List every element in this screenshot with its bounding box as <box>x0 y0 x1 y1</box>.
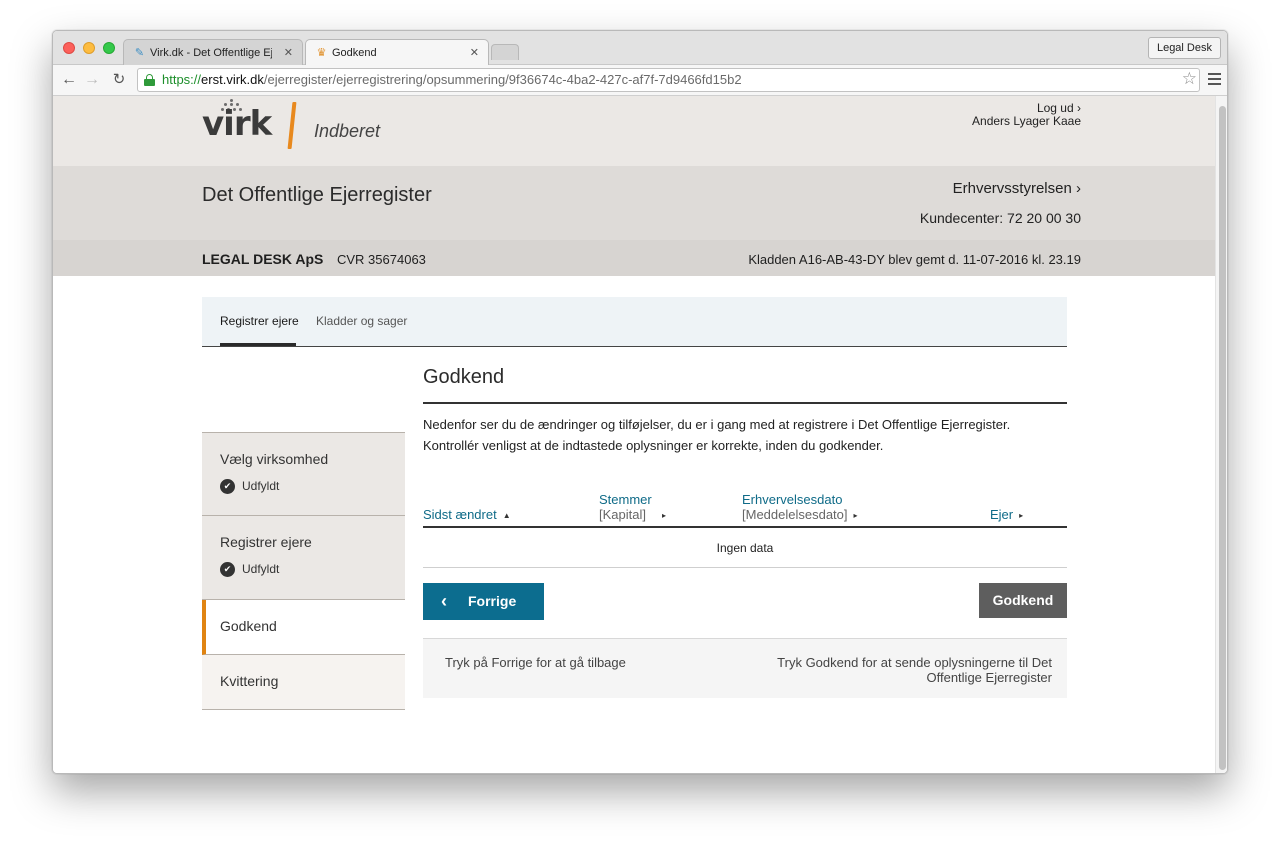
column-header-ejer[interactable]: Ejer ▸ <box>990 507 1023 523</box>
agency-link[interactable]: Erhvervsstyrelsen › <box>953 180 1081 197</box>
logo-wordmark: virk <box>202 104 272 144</box>
forward-arrow-icon[interactable]: → <box>83 71 101 89</box>
step-status: ✔ Udfyldt <box>220 479 280 495</box>
scrollbar-thumb[interactable] <box>1219 106 1226 770</box>
step-label: Registrer ejere <box>220 534 312 550</box>
step-registrer-ejere[interactable]: Registrer ejere ✔ Udfyldt <box>202 516 405 600</box>
column-label: Stemmer <box>599 492 652 507</box>
minimize-window-button[interactable] <box>83 42 95 54</box>
sort-triangle-icon: ▸ <box>661 511 666 520</box>
address-bar[interactable]: https://erst.virk.dk/ejerregister/ejerre… <box>137 68 1200 92</box>
url-path: /ejerregister/ejerregistrering/opsummeri… <box>263 72 742 87</box>
tab-kladder-og-sager[interactable]: Kladder og sager <box>316 313 407 329</box>
logo-subtitle: Indberet <box>314 121 381 141</box>
step-kvittering: Kvittering <box>202 655 405 710</box>
new-tab-button[interactable] <box>491 44 519 60</box>
column-header-erhvervelsesdato[interactable]: Erhvervelsesdato [Meddelelsesdato] ▸ <box>742 492 858 523</box>
tab-registrer-ejere[interactable]: Registrer ejere <box>220 313 299 329</box>
close-tab-icon[interactable]: ✕ <box>284 40 293 66</box>
help-text-previous: Tryk på Forrige for at gå tilbage <box>445 655 626 670</box>
profile-button[interactable]: Legal Desk <box>1147 37 1221 59</box>
vertical-scrollbar[interactable] <box>1215 96 1227 773</box>
register-title: Det Offentlige Ejerregister <box>202 184 432 206</box>
intro-text-line-1: Nedenfor ser du de ændringer og tilføjel… <box>423 417 1011 432</box>
browser-toolbar: ← → ↻ https://erst.virk.dk/ejerregister/… <box>53 65 1227 96</box>
draft-saved-status: Kladden A16-AB-43-DY blev gemt d. 11-07-… <box>748 252 1081 267</box>
previous-button[interactable]: ‹ Forrige <box>423 583 544 620</box>
close-window-button[interactable] <box>63 42 75 54</box>
step-label: Godkend <box>220 618 277 634</box>
help-box: Tryk på Forrige for at gå tilbage Tryk G… <box>423 638 1067 698</box>
close-tab-icon[interactable]: ✕ <box>470 40 479 67</box>
check-icon: ✔ <box>220 479 235 495</box>
wizard-steps: Vælg virksomhed ✔ Udfyldt Registrer ejere… <box>202 432 405 710</box>
step-label: Kvittering <box>220 673 279 689</box>
column-header-sidst-aendret[interactable]: Sidst ændret ▲ <box>423 507 511 523</box>
column-header-stemmer[interactable]: Stemmer [Kapital] ▸ <box>599 492 666 523</box>
step-vaelg-virksomhed[interactable]: Vælg virksomhed ✔ Udfyldt <box>202 432 405 516</box>
company-name: LEGAL DESK ApS <box>202 251 324 267</box>
approve-button[interactable]: Godkend <box>979 583 1067 618</box>
hamburger-menu-icon[interactable] <box>1208 73 1221 85</box>
sort-ascending-icon: ▲ <box>502 511 511 520</box>
page-viewport: virk Indberet Log ud › Anders Lyager Kaa… <box>53 96 1227 773</box>
column-sublabel: [Kapital] ▸ <box>599 507 666 523</box>
step-label: Vælg virksomhed <box>220 451 329 467</box>
help-text-approve: Tryk Godkend for at sende oplysningerne … <box>777 655 1052 685</box>
check-icon: ✔ <box>220 562 235 578</box>
back-arrow-icon[interactable]: ← <box>60 71 78 89</box>
tab-title: Virk.dk - Det Offentlige Ejerregister <box>150 47 272 59</box>
page-title: Godkend <box>423 366 505 388</box>
section-tabs: Registrer ejere Kladder og sager <box>202 297 1067 347</box>
sort-triangle-icon: ▸ <box>1019 511 1024 520</box>
column-label: Erhvervelsesdato <box>742 492 843 507</box>
company-cvr: CVR 35674063 <box>337 252 426 267</box>
step-status-text: Udfyldt <box>242 479 280 493</box>
virk-logo[interactable]: virk Indberet <box>202 98 402 154</box>
step-status-text: Udfyldt <box>242 562 280 576</box>
step-status: ✔ Udfyldt <box>220 562 280 578</box>
active-tab-indicator <box>220 343 296 346</box>
browser-tab-virk[interactable]: ✎ Virk.dk - Det Offentlige Ejerregister … <box>123 39 303 66</box>
previous-button-label: Forrige <box>468 593 517 609</box>
sort-triangle-icon: ▸ <box>853 511 858 520</box>
crown-favicon-icon: ♛ <box>316 47 327 59</box>
customer-center-phone: Kundecenter: 72 20 00 30 <box>919 210 1081 226</box>
column-label: Sidst ændret <box>423 507 497 522</box>
browser-window: ✎ Virk.dk - Det Offentlige Ejerregister … <box>52 30 1228 774</box>
user-name: Anders Lyager Kaae <box>972 114 1081 128</box>
step-godkend: Godkend <box>202 600 405 655</box>
browser-tab-godkend[interactable]: ♛ Godkend ✕ <box>305 39 489 67</box>
column-sublabel-text: [Meddelelsesdato] <box>742 507 848 522</box>
virk-favicon-icon: ✎ <box>134 47 145 59</box>
url-host: erst.virk.dk <box>201 72 264 87</box>
tab-strip: ✎ Virk.dk - Det Offentlige Ejerregister … <box>53 31 1227 67</box>
empty-table-message: Ingen data <box>423 528 1067 568</box>
logo-divider <box>287 102 297 149</box>
tab-title: Godkend <box>332 47 377 59</box>
reload-icon[interactable]: ↻ <box>110 71 128 89</box>
column-sublabel-text: [Kapital] <box>599 507 646 522</box>
table-header: Sidst ændret ▲ Stemmer [Kapital] ▸ Erhverv… <box>423 484 1067 528</box>
title-divider <box>423 402 1067 404</box>
bookmark-star-icon[interactable]: ☆ <box>1182 69 1197 89</box>
screen: ✎ Virk.dk - Det Offentlige Ejerregister … <box>0 0 1280 849</box>
lock-icon <box>144 74 155 86</box>
chevron-left-icon: ‹ <box>441 591 447 611</box>
column-label: Ejer <box>990 507 1014 522</box>
intro-text-line-2: Kontrollér venligst at de indtastede opl… <box>423 438 884 453</box>
column-sublabel: [Meddelelsesdato] ▸ <box>742 507 858 523</box>
url-scheme: https:// <box>162 72 202 87</box>
maximize-window-button[interactable] <box>103 42 115 54</box>
